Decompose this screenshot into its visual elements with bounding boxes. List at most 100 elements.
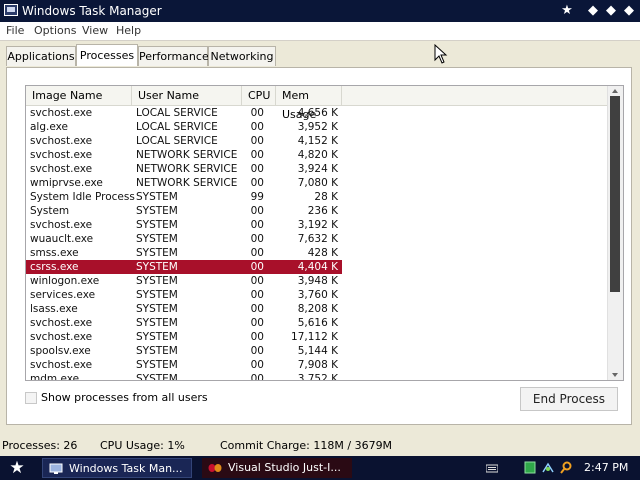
scroll-down-icon[interactable] [612, 373, 618, 377]
status-cpu-usage: CPU Usage: 1% [100, 439, 185, 452]
cell-cpu: 00 [250, 331, 264, 343]
process-list[interactable]: Image Name User Name CPU Mem Usage svcho… [25, 85, 624, 381]
cell-user-name: LOCAL SERVICE [136, 121, 218, 133]
cell-user-name: SYSTEM [136, 205, 178, 217]
cell-cpu: 00 [250, 345, 264, 357]
status-processes: Processes: 26 [2, 439, 78, 452]
table-row[interactable]: mdm.exe SYSTEM 00 3,752 K [26, 372, 608, 381]
cell-image-name: System Idle Process [30, 191, 135, 203]
table-row[interactable]: svchost.exe LOCAL SERVICE 00 4,656 K [26, 106, 608, 120]
menu-options[interactable]: Options [34, 24, 76, 37]
cell-image-name: lsass.exe [30, 303, 78, 315]
cell-image-name: services.exe [30, 289, 96, 301]
taskbar-task-manager-label: Windows Task Man... [69, 462, 183, 475]
cell-cpu: 00 [250, 289, 264, 301]
network-icon[interactable] [542, 461, 554, 474]
taskbar-visual-studio[interactable]: Visual Studio Just-I... [202, 458, 352, 478]
show-all-users-checkbox[interactable] [25, 392, 37, 404]
cell-mem-usage: 3,192 K [297, 219, 338, 231]
cell-image-name: csrss.exe [30, 261, 79, 273]
table-row[interactable]: spoolsv.exe SYSTEM 00 5,144 K [26, 344, 608, 358]
close-button[interactable]: ◆ [620, 2, 638, 20]
cell-user-name: NETWORK SERVICE [136, 177, 238, 189]
table-row[interactable]: System SYSTEM 00 236 K [26, 204, 608, 218]
cell-mem-usage: 7,080 K [297, 177, 338, 189]
cell-image-name: spoolsv.exe [30, 345, 91, 357]
table-row[interactable]: svchost.exe SYSTEM 00 5,616 K [26, 316, 608, 330]
table-row[interactable]: winlogon.exe SYSTEM 00 3,948 K [26, 274, 608, 288]
cell-mem-usage: 3,952 K [297, 121, 338, 133]
table-row[interactable]: svchost.exe SYSTEM 00 17,112 K [26, 330, 608, 344]
table-row[interactable]: csrss.exe SYSTEM 00 4,404 K [26, 260, 342, 274]
cell-user-name: SYSTEM [136, 359, 178, 371]
cell-cpu: 00 [250, 247, 264, 259]
table-row[interactable]: svchost.exe SYSTEM 00 7,908 K [26, 358, 608, 372]
table-row[interactable]: smss.exe SYSTEM 00 428 K [26, 246, 608, 260]
column-cpu[interactable]: CPU [242, 86, 276, 105]
keyboard-icon[interactable] [486, 461, 498, 474]
cell-mem-usage: 3,948 K [297, 275, 338, 287]
end-process-button[interactable]: End Process [520, 387, 618, 411]
process-rows: svchost.exe LOCAL SERVICE 00 4,656 Kalg.exe… [26, 106, 608, 381]
cell-image-name: wmiprvse.exe [30, 177, 103, 189]
cell-user-name: SYSTEM [136, 247, 178, 259]
cell-user-name: SYSTEM [136, 233, 178, 245]
cell-mem-usage: 5,144 K [297, 345, 338, 357]
mouse-cursor-icon [434, 44, 448, 64]
cell-mem-usage: 428 K [307, 247, 338, 259]
cell-mem-usage: 7,632 K [297, 233, 338, 245]
table-row[interactable]: svchost.exe NETWORK SERVICE 00 3,924 K [26, 162, 608, 176]
menu-file[interactable]: File [6, 24, 24, 37]
show-all-users-label[interactable]: Show processes from all users [41, 391, 208, 404]
table-row[interactable]: alg.exe LOCAL SERVICE 00 3,952 K [26, 120, 608, 134]
column-mem-usage[interactable]: Mem Usage [276, 86, 342, 121]
tab-processes[interactable]: Processes [76, 44, 138, 66]
cell-image-name: mdm.exe [30, 373, 80, 381]
menu-view[interactable]: View [82, 24, 108, 37]
cell-cpu: 00 [250, 373, 264, 381]
table-row[interactable]: wuauclt.exe SYSTEM 00 7,632 K [26, 232, 608, 246]
cell-image-name: winlogon.exe [30, 275, 100, 287]
monitor-icon [49, 463, 63, 474]
table-row[interactable]: wmiprvse.exe NETWORK SERVICE 00 7,080 K [26, 176, 608, 190]
cell-image-name: svchost.exe [30, 359, 93, 371]
cell-user-name: SYSTEM [136, 303, 178, 315]
cell-mem-usage: 5,616 K [297, 317, 338, 329]
search-icon[interactable] [560, 461, 572, 474]
cell-image-name: alg.exe [30, 121, 68, 133]
tab-networking[interactable]: Networking [208, 46, 276, 66]
column-user-name[interactable]: User Name [132, 86, 242, 105]
table-row[interactable]: lsass.exe SYSTEM 00 8,208 K [26, 302, 608, 316]
cell-user-name: NETWORK SERVICE [136, 163, 238, 175]
status-bar: Processes: 26 CPU Usage: 1% Commit Charg… [0, 437, 640, 455]
menu-help[interactable]: Help [116, 24, 141, 37]
taskbar-task-manager[interactable]: Windows Task Man... [42, 458, 192, 478]
cell-cpu: 00 [250, 275, 264, 287]
cell-user-name: SYSTEM [136, 373, 178, 381]
cell-image-name: svchost.exe [30, 219, 93, 231]
table-row[interactable]: services.exe SYSTEM 00 3,760 K [26, 288, 608, 302]
cell-user-name: LOCAL SERVICE [136, 107, 218, 119]
cell-cpu: 00 [250, 303, 264, 315]
tab-performance[interactable]: Performance [138, 46, 209, 66]
table-row[interactable]: svchost.exe LOCAL SERVICE 00 4,152 K [26, 134, 608, 148]
cell-user-name: SYSTEM [136, 331, 178, 343]
table-row[interactable]: svchost.exe NETWORK SERVICE 00 4,820 K [26, 148, 608, 162]
status-commit-charge: Commit Charge: 118M / 3679M [220, 439, 393, 452]
column-image-name[interactable]: Image Name [26, 86, 132, 105]
tab-applications[interactable]: Applications [6, 46, 76, 66]
cell-cpu: 00 [250, 121, 264, 133]
minimize-button[interactable]: ◆ [584, 2, 602, 20]
maximize-button[interactable]: ◆ [602, 2, 620, 20]
table-row[interactable]: svchost.exe SYSTEM 00 3,192 K [26, 218, 608, 232]
scroll-thumb[interactable] [610, 96, 620, 292]
cell-cpu: 00 [250, 317, 264, 329]
table-row[interactable]: System Idle Process SYSTEM 99 28 K [26, 190, 608, 204]
cell-user-name: SYSTEM [136, 317, 178, 329]
star-icon[interactable]: ★ [558, 2, 576, 20]
vertical-scrollbar[interactable] [607, 86, 623, 380]
cell-cpu: 00 [250, 205, 264, 217]
battery-icon[interactable] [524, 461, 536, 474]
start-star-icon[interactable]: ★ [6, 458, 28, 478]
scroll-up-icon[interactable] [612, 89, 618, 93]
